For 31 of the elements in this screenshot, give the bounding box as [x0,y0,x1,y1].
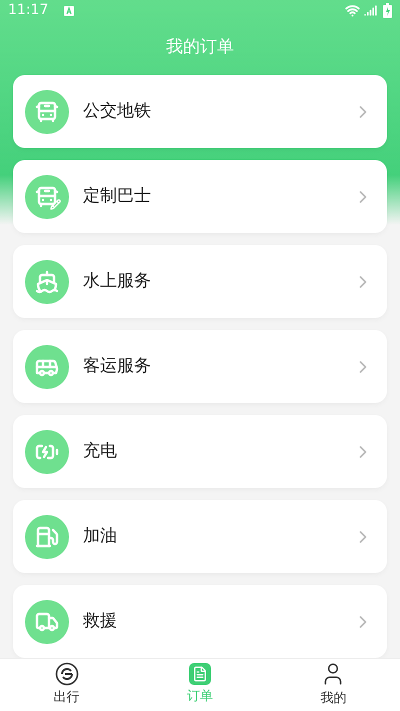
bus-icon [25,90,69,134]
status-time: 11:17 [8,1,48,20]
notification-icon [64,6,74,16]
bus-icon [25,344,69,388]
category-label: 客运服务 [83,354,152,378]
order-category-item[interactable]: 充电 [13,415,387,488]
order-category-item[interactable]: 救援 [13,585,387,658]
order-category-item[interactable]: 水上服务 [13,245,387,318]
order-category-item[interactable]: 定制巴士 [13,160,387,233]
truck-icon [25,600,69,644]
battery-icon [383,3,392,18]
category-label: 救援 [83,610,118,633]
bus-with-pencil-icon [25,174,69,218]
tab-bar-item[interactable]: 出行 [0,659,134,711]
category-label: 水上服务 [83,270,152,293]
ship-icon [25,260,69,304]
fuel-pump-icon [25,514,69,558]
order-category-item[interactable]: 加油 [13,500,387,573]
order-category-item[interactable]: 客运服务 [13,330,387,403]
category-label: 定制巴士 [83,184,152,208]
battery-charging-icon [25,430,69,474]
page-title: 我的订单 [166,36,234,60]
logo-icon [54,662,79,686]
category-label: 充电 [83,440,118,463]
signal-icon [364,4,377,17]
category-label: 公交地铁 [83,100,152,123]
wifi-icon [345,3,360,18]
tab-bar-item[interactable]: 我的 [266,659,400,711]
document-icon [188,663,211,686]
category-label: 加油 [83,524,118,548]
order-category-item[interactable]: 公交地铁 [13,75,387,148]
